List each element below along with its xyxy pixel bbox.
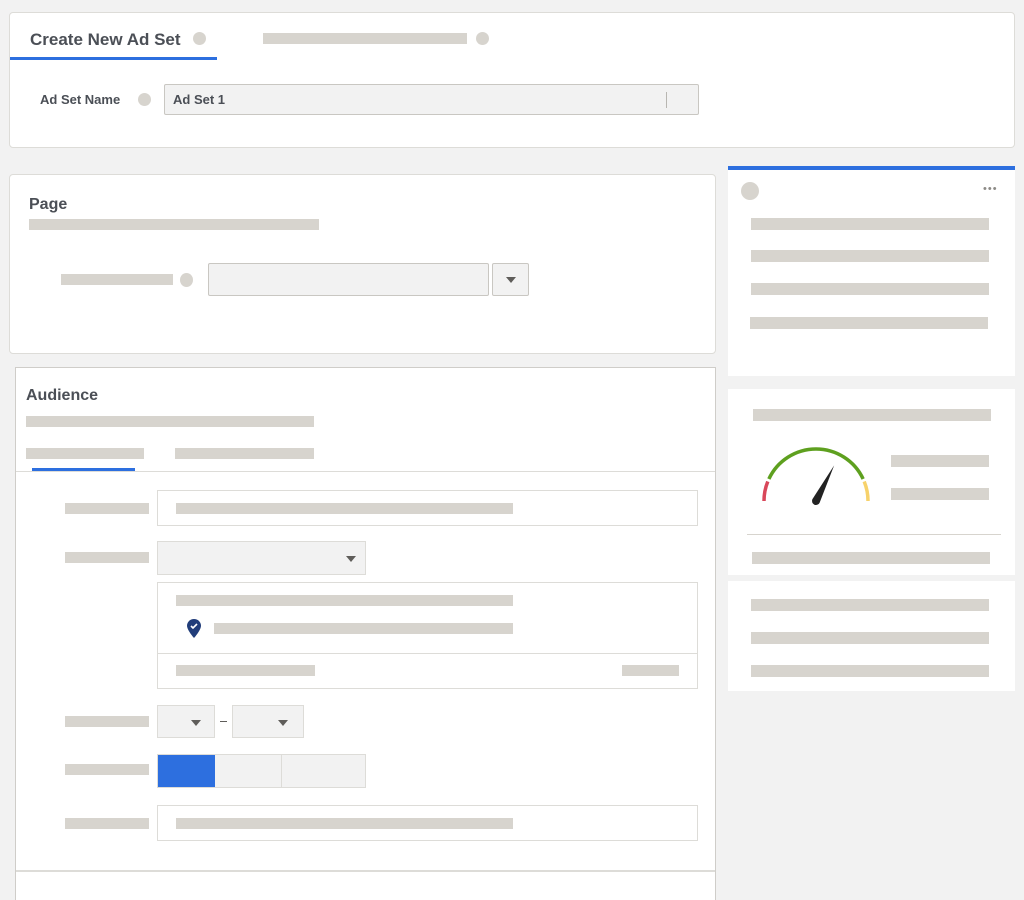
card-divider — [747, 534, 1001, 535]
estimate-line — [751, 632, 989, 644]
gauge-legend-line — [891, 488, 989, 500]
ad-set-name-label: Ad Set Name — [40, 92, 121, 107]
summary-card-accent — [728, 166, 1015, 170]
estimate-line — [751, 665, 989, 677]
tab-create-new-ad-set[interactable]: Create New Ad Set — [30, 30, 181, 50]
summary-card: ••• — [728, 166, 1015, 376]
active-tab-underline — [10, 57, 217, 60]
tab-audience-1[interactable] — [26, 448, 144, 459]
tab-audience-2[interactable] — [175, 448, 314, 459]
estimated-reach-line — [752, 552, 990, 564]
gauge-needle — [812, 465, 835, 505]
summary-line — [751, 250, 989, 262]
segment-option-3[interactable] — [282, 755, 365, 787]
estimate-card — [728, 581, 1015, 691]
section-divider — [16, 870, 715, 872]
gender-segmented-control — [157, 754, 366, 788]
estimate-line — [751, 599, 989, 611]
audience-text-input[interactable] — [157, 490, 698, 526]
summary-line — [751, 283, 989, 295]
avatar — [741, 182, 759, 200]
location-footer-text — [176, 665, 315, 676]
age-max-select[interactable] — [232, 705, 304, 738]
info-icon[interactable] — [138, 93, 151, 106]
location-type-select[interactable] — [157, 541, 366, 575]
page-field-label — [61, 274, 173, 285]
text-cursor — [666, 92, 667, 108]
info-icon[interactable] — [193, 32, 206, 45]
chevron-down-icon — [278, 720, 288, 726]
ad-set-name-input[interactable]: Ad Set 1 — [164, 84, 699, 115]
gauge-legend-line — [891, 455, 989, 467]
summary-line — [751, 218, 989, 230]
location-list — [157, 582, 698, 689]
info-icon[interactable] — [180, 273, 193, 287]
field-label — [65, 552, 149, 563]
chevron-down-icon — [506, 277, 516, 283]
page-select-input[interactable] — [208, 263, 489, 296]
more-options-icon[interactable]: ••• — [983, 183, 998, 195]
age-range-dash — [220, 721, 227, 722]
ad-set-name-value: Ad Set 1 — [173, 92, 226, 107]
chevron-down-icon — [346, 556, 356, 562]
gauge-segment-low — [762, 480, 770, 502]
audience-section-description — [26, 416, 314, 427]
input-placeholder — [176, 818, 513, 829]
tab-divider — [16, 471, 715, 472]
field-label — [65, 764, 149, 775]
tab-placeholder-2[interactable] — [263, 33, 467, 44]
segment-option-1-selected[interactable] — [158, 755, 215, 787]
gauge-segment-good — [767, 447, 865, 480]
location-item[interactable] — [214, 623, 513, 634]
location-list-divider — [158, 653, 697, 654]
audience-definition-title — [753, 409, 991, 421]
input-placeholder — [176, 503, 513, 514]
page-section-card: Page — [9, 174, 716, 354]
chevron-down-icon — [191, 720, 201, 726]
field-label — [65, 716, 149, 727]
location-footer-link[interactable] — [622, 665, 679, 676]
audience-definition-card — [728, 389, 1015, 575]
gauge-segment-high — [862, 480, 870, 502]
field-label — [65, 818, 149, 829]
segment-option-2[interactable] — [215, 755, 281, 787]
age-min-select[interactable] — [157, 705, 215, 738]
summary-line — [750, 317, 988, 329]
page-section-title: Page — [29, 196, 68, 213]
page-section-description — [29, 219, 319, 230]
audience-section-title: Audience — [26, 387, 99, 404]
location-list-heading — [176, 595, 513, 606]
audience-size-gauge — [762, 447, 870, 505]
ad-set-header-card: Create New Ad Set Ad Set Name Ad Set 1 — [9, 12, 1015, 148]
audience-section-card: Audience — [15, 367, 716, 900]
location-pin-icon — [187, 619, 201, 638]
page-select-dropdown-button[interactable] — [492, 263, 529, 296]
info-icon[interactable] — [476, 32, 489, 45]
detailed-targeting-input[interactable] — [157, 805, 698, 841]
field-label — [65, 503, 149, 514]
